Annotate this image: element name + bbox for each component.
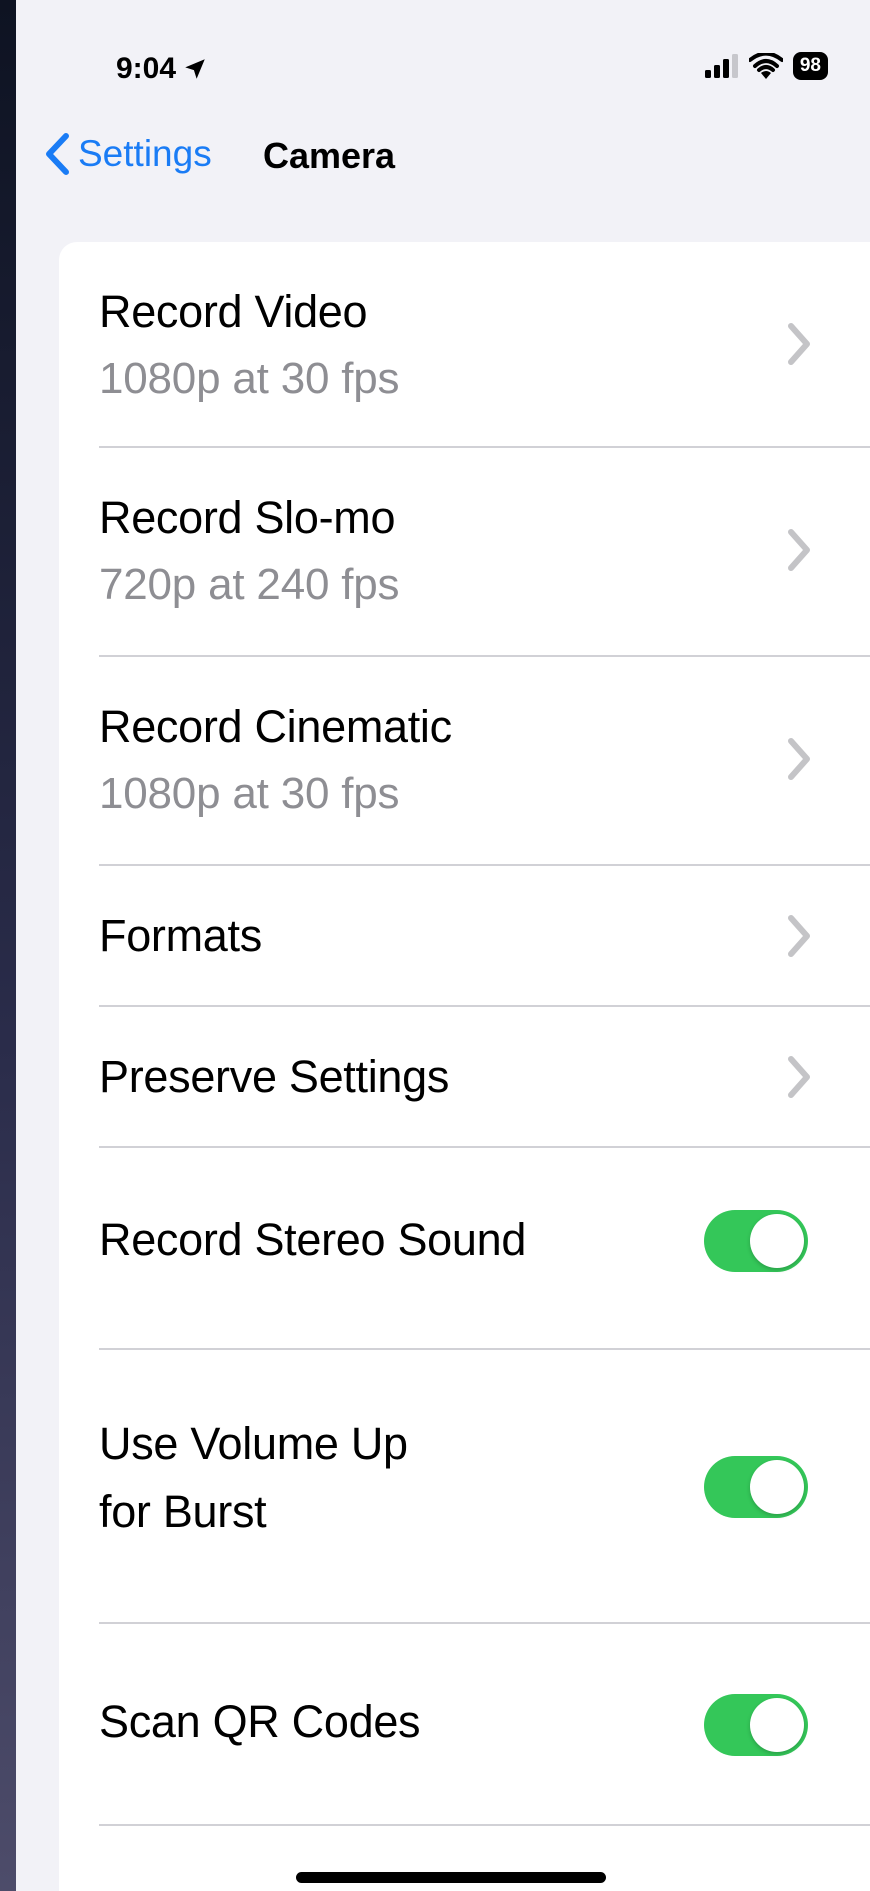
row-label: Preserve Settings bbox=[99, 1051, 450, 1102]
row-divider bbox=[99, 1824, 870, 1826]
volume-up-burst-row: Use Volume Up for Burst bbox=[59, 1350, 870, 1622]
navigation-bar: Settings Camera bbox=[16, 120, 870, 200]
home-indicator[interactable] bbox=[296, 1872, 606, 1883]
toggle-knob bbox=[750, 1214, 804, 1268]
record-cinematic-row[interactable]: Record Cinematic 1080p at 30 fps bbox=[59, 657, 870, 865]
record-slomo-row[interactable]: Record Slo-mo 720p at 240 fps bbox=[59, 448, 870, 656]
status-icons: 98 bbox=[704, 52, 828, 80]
battery-icon: 98 bbox=[792, 52, 828, 80]
chevron-right-icon bbox=[788, 1056, 810, 1098]
row-value: 1080p at 30 fps bbox=[99, 354, 400, 403]
row-value: 720p at 240 fps bbox=[99, 560, 400, 609]
row-label: Scan QR Codes bbox=[99, 1696, 421, 1747]
row-label: Record Slo-mo bbox=[99, 492, 396, 543]
row-value: 1080p at 30 fps bbox=[99, 769, 400, 818]
chevron-right-icon bbox=[788, 915, 810, 957]
record-stereo-sound-row: Record Stereo Sound bbox=[59, 1148, 870, 1348]
chevron-right-icon bbox=[788, 323, 810, 365]
time-label: 9:04 bbox=[116, 52, 177, 85]
toggle-knob bbox=[750, 1460, 804, 1514]
formats-row[interactable]: Formats bbox=[59, 866, 870, 1006]
record-stereo-sound-toggle[interactable] bbox=[704, 1210, 808, 1272]
preserve-settings-row[interactable]: Preserve Settings bbox=[59, 1007, 870, 1147]
signal-icon bbox=[704, 54, 738, 78]
phone-screen: 9:04 98 Settings Camera Record Video 108… bbox=[16, 0, 870, 1891]
chevron-right-icon bbox=[788, 738, 810, 780]
scan-qr-codes-toggle[interactable] bbox=[704, 1694, 808, 1756]
row-label: Formats bbox=[99, 910, 262, 961]
status-bar: 9:04 98 bbox=[16, 0, 870, 120]
record-video-row[interactable]: Record Video 1080p at 30 fps bbox=[59, 242, 870, 447]
status-time: 9:04 bbox=[116, 52, 208, 86]
toggle-knob bbox=[750, 1698, 804, 1752]
scan-qr-codes-row: Scan QR Codes bbox=[59, 1624, 870, 1826]
row-label: Record Cinematic bbox=[99, 701, 452, 752]
chevron-right-icon bbox=[788, 529, 810, 571]
row-label-line1: Use Volume Up bbox=[99, 1418, 408, 1469]
page-title: Camera bbox=[262, 135, 396, 176]
volume-up-burst-toggle[interactable] bbox=[704, 1456, 808, 1518]
settings-group: Record Video 1080p at 30 fps Record Slo-… bbox=[59, 242, 870, 1891]
row-label: Record Video bbox=[99, 286, 368, 337]
row-label: Record Stereo Sound bbox=[99, 1214, 527, 1265]
wifi-icon bbox=[748, 53, 783, 79]
location-arrow-icon bbox=[185, 59, 205, 79]
row-label-line2: for Burst bbox=[99, 1486, 267, 1537]
